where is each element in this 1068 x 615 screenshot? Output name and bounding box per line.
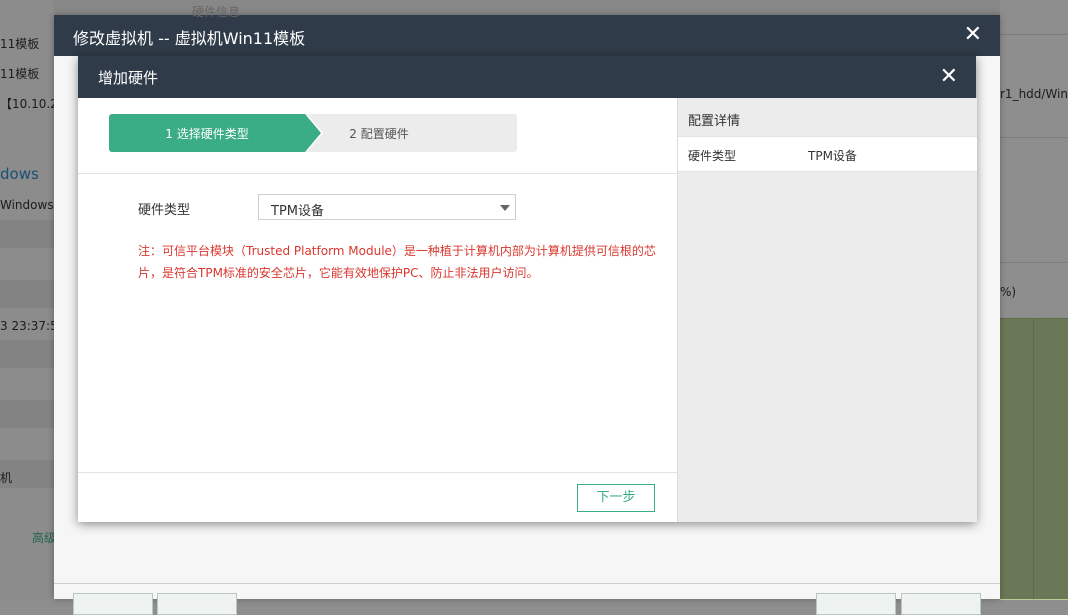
config-details-pane: 配置详情 硬件类型 TPM设备 <box>677 98 977 522</box>
footer-divider <box>78 472 677 473</box>
add-hardware-dialog-title: 增加硬件 <box>98 69 159 87</box>
hardware-type-label: 硬件类型 <box>138 203 191 218</box>
outer-footer-button[interactable] <box>816 593 896 615</box>
next-step-button[interactable]: 下一步 <box>577 484 655 512</box>
step-arrow <box>305 114 321 152</box>
outer-footer-button[interactable] <box>73 593 153 615</box>
config-details-title: 配置详情 <box>688 114 741 129</box>
step-select-hardware-type: 1 选择硬件类型 <box>109 114 305 152</box>
step-label: 2 配置硬件 <box>349 127 409 141</box>
hardware-type-selected-value: TPM设备 <box>271 204 324 219</box>
tpm-note: 注：可信平台模块（Trusted Platform Module）是一种植于计算… <box>138 244 656 280</box>
edit-vm-dialog-header: 硬件信息 修改虚拟机 -- 虚拟机Win11模板 ✕ <box>54 5 1000 56</box>
detail-value: TPM设备 <box>808 149 857 163</box>
detail-key: 硬件类型 <box>688 149 737 163</box>
close-icon[interactable]: ✕ <box>964 22 982 48</box>
close-icon[interactable]: ✕ <box>940 64 958 90</box>
detail-row: 硬件类型 TPM设备 <box>678 136 977 172</box>
chevron-down-icon <box>500 205 510 211</box>
outer-footer-button[interactable] <box>901 593 981 615</box>
outer-top-strip: 硬件信息 <box>192 5 241 19</box>
hardware-form-pane: 2 配置硬件 1 选择硬件类型 硬件类型 TPM设备 注：可信平台模块（Trus… <box>78 98 677 522</box>
add-hardware-dialog: 增加硬件 ✕ 2 配置硬件 1 选择硬件类型 硬件类型 TPM设备 注：可信平台… <box>78 56 977 522</box>
outer-footer-divider <box>54 583 1000 584</box>
add-hardware-dialog-header: 增加硬件 ✕ <box>78 56 976 98</box>
edit-vm-dialog-title: 修改虚拟机 -- 虚拟机Win11模板 <box>73 29 306 48</box>
outer-footer-button[interactable] <box>157 593 237 615</box>
step-label: 1 选择硬件类型 <box>165 127 249 141</box>
wizard-steps: 2 配置硬件 1 选择硬件类型 <box>109 114 517 152</box>
form-divider <box>78 173 677 174</box>
hardware-type-select[interactable]: TPM设备 <box>258 194 516 220</box>
